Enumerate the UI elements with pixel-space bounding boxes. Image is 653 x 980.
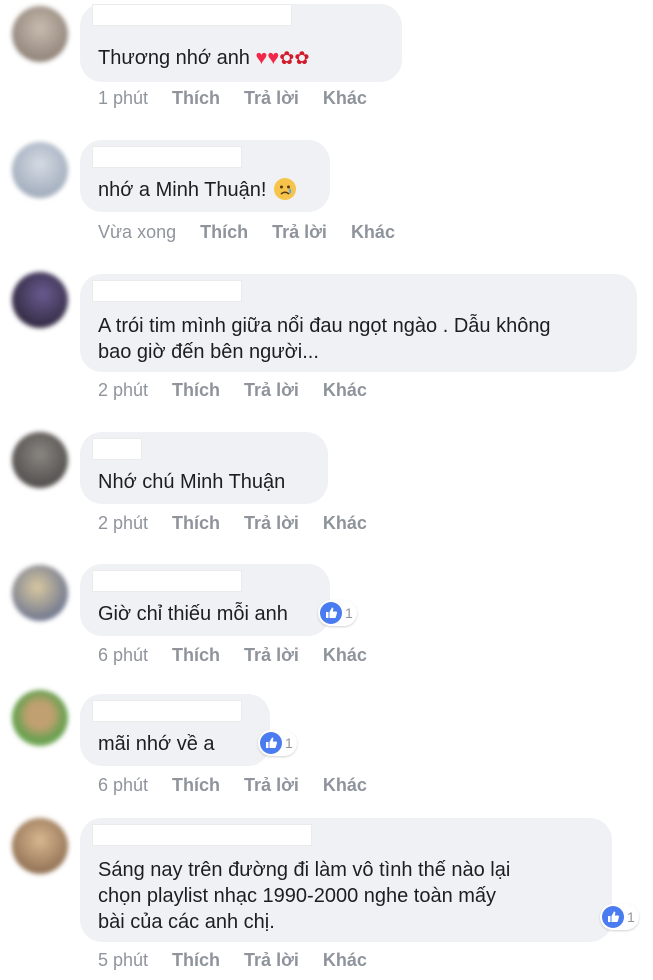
more-link[interactable]: Khác (323, 950, 367, 971)
reply-link[interactable]: Trả lời (244, 950, 299, 971)
comment-text-line-2: chọn playlist nhạc 1990-2000 nghe toàn m… (98, 885, 497, 907)
comment-text-content: nhớ a Minh Thuận! (98, 179, 267, 201)
reaction-badge[interactable]: 1 (258, 730, 297, 756)
like-link[interactable]: Thích (200, 222, 248, 243)
comment-text-line-3: bài của các anh chị. (98, 911, 275, 933)
reaction-count: 1 (285, 735, 293, 751)
thumbs-up-icon (260, 732, 282, 754)
comment-time[interactable]: 5 phút (98, 950, 148, 971)
more-link[interactable]: Khác (323, 88, 367, 109)
comment-time[interactable]: 6 phút (98, 775, 148, 796)
heart-emoji-icon: ♥♥ (255, 47, 280, 69)
comment-actions: 1 phút Thích Trả lời Khác (98, 88, 391, 109)
comment-time[interactable]: 1 phút (98, 88, 148, 109)
commenter-name-redacted[interactable] (92, 570, 242, 592)
comment-bubble: Giờ chỉ thiếu mỗi anh (80, 564, 330, 636)
reply-link[interactable]: Trả lời (244, 88, 299, 109)
more-link[interactable]: Khác (351, 222, 395, 243)
comment-bubble: A trói tim mình giữa nổi đau ngọt ngào .… (80, 274, 637, 372)
comment-time[interactable]: 6 phút (98, 645, 148, 666)
reply-link[interactable]: Trả lời (244, 513, 299, 534)
more-link[interactable]: Khác (323, 645, 367, 666)
comment-bubble: nhớ a Minh Thuận! (80, 140, 330, 212)
avatar[interactable] (12, 6, 68, 62)
reaction-count: 1 (627, 909, 635, 925)
comment-actions: 6 phút Thích Trả lời Khác (98, 775, 391, 796)
like-link[interactable]: Thích (172, 88, 220, 109)
avatar[interactable] (12, 272, 68, 328)
comment-text-line-1: A trói tim mình giữa nổi đau ngọt ngào .… (98, 315, 551, 337)
more-link[interactable]: Khác (323, 513, 367, 534)
reply-link[interactable]: Trả lời (244, 380, 299, 401)
comment-actions: 5 phút Thích Trả lời Khác (98, 950, 391, 971)
reaction-badge[interactable]: 1 (318, 600, 357, 626)
like-link[interactable]: Thích (172, 775, 220, 796)
comment-actions: 6 phút Thích Trả lời Khác (98, 645, 391, 666)
more-link[interactable]: Khác (323, 380, 367, 401)
commenter-name-redacted[interactable] (92, 700, 242, 722)
commenter-name-redacted[interactable] (92, 824, 312, 846)
comment-time[interactable]: Vừa xong (98, 222, 176, 243)
reply-link[interactable]: Trả lời (272, 222, 327, 243)
comment-time[interactable]: 2 phút (98, 380, 148, 401)
comment-actions: 2 phút Thích Trả lời Khác (98, 513, 391, 534)
comment-actions: 2 phút Thích Trả lời Khác (98, 380, 391, 401)
commenter-name-redacted[interactable] (92, 146, 242, 168)
comment-text-content: Thương nhớ anh (98, 47, 250, 69)
like-link[interactable]: Thích (172, 645, 220, 666)
comment-actions: Vừa xong Thích Trả lời Khác (98, 222, 419, 243)
comment-time[interactable]: 2 phút (98, 513, 148, 534)
avatar[interactable] (12, 818, 68, 874)
thumbs-up-icon (602, 906, 624, 928)
avatar[interactable] (12, 142, 68, 198)
commenter-name-redacted[interactable] (92, 4, 292, 26)
comment-bubble: Nhớ chú Minh Thuận (80, 432, 328, 504)
commenter-name-redacted[interactable] (92, 438, 142, 460)
comment-text: mãi nhớ về a (98, 733, 215, 755)
more-link[interactable]: Khác (323, 775, 367, 796)
comment-bubble: mãi nhớ về a (80, 694, 270, 766)
commenter-name-redacted[interactable] (92, 280, 242, 302)
like-link[interactable]: Thích (172, 950, 220, 971)
like-link[interactable]: Thích (172, 380, 220, 401)
avatar[interactable] (12, 690, 68, 746)
thumbs-up-icon (320, 602, 342, 624)
reply-link[interactable]: Trả lời (244, 775, 299, 796)
rose-emoji-icon: ✿✿ (279, 48, 310, 68)
comment-text: Giờ chỉ thiếu mỗi anh (98, 603, 288, 625)
crying-face-emoji-icon (273, 178, 296, 200)
reaction-badge[interactable]: 1 (600, 904, 639, 930)
reply-link[interactable]: Trả lời (244, 645, 299, 666)
comment-text: Nhớ chú Minh Thuận (98, 471, 286, 493)
comment-text: Thương nhớ anh ♥♥✿✿ (98, 44, 309, 72)
avatar[interactable] (12, 565, 68, 621)
avatar[interactable] (12, 432, 68, 488)
comment-text-line-2: bao giờ đến bên người... (98, 341, 319, 363)
reaction-count: 1 (345, 605, 353, 621)
comment-text: nhớ a Minh Thuận! (98, 176, 296, 204)
comment-bubble: Sáng nay trên đường đi làm vô tình thế n… (80, 818, 612, 942)
comment-bubble: Thương nhớ anh ♥♥✿✿ (80, 4, 402, 82)
like-link[interactable]: Thích (172, 513, 220, 534)
comment-text-line-1: Sáng nay trên đường đi làm vô tình thế n… (98, 859, 511, 881)
